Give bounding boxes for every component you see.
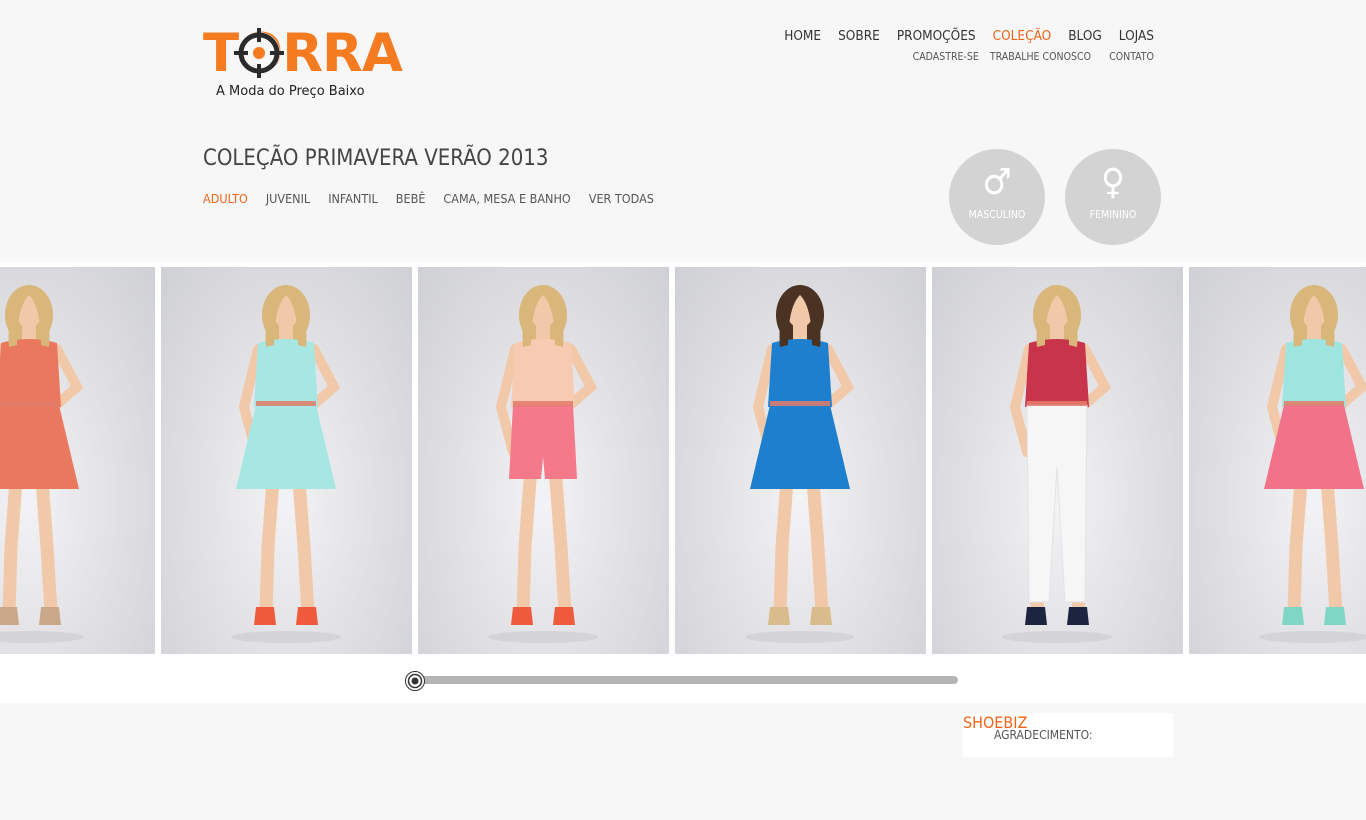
gallery-photo[interactable] [932, 267, 1183, 654]
gallery-photo[interactable] [1189, 267, 1366, 654]
product-gallery [0, 262, 1366, 703]
gallery-photo[interactable] [675, 267, 926, 654]
category-infantil[interactable]: INFANTIL [328, 191, 378, 206]
scroll-handle-icon[interactable] [405, 671, 425, 691]
male-symbol-icon: ♂ [982, 162, 1012, 203]
gallery-photo[interactable] [161, 267, 412, 654]
nav-sobre[interactable]: SOBRE [838, 28, 880, 44]
nav-trabalhe-conosco[interactable]: TRABALHE CONOSCO [990, 51, 1091, 63]
feminino-button[interactable]: ♀ FEMININO [1065, 149, 1161, 245]
category-ver-todas[interactable]: VER TODAS [589, 191, 654, 206]
credit-box: AGRADECIMENTO: SHOEBIZ [963, 713, 1173, 757]
model-peach-top-pink-shorts-photo [488, 285, 598, 643]
logo-tagline: A Moda do Preço Baixo [216, 84, 365, 99]
nav-home[interactable]: HOME [784, 28, 821, 44]
category-cama-mesa-banho[interactable]: CAMA, MESA E BANHO [443, 191, 570, 206]
feminino-label: FEMININO [1089, 209, 1137, 221]
model-mint-dress-photo [231, 285, 341, 643]
logo-wordmark: TORRA [203, 23, 403, 84]
masculino-button[interactable]: ♂ MASCULINO [949, 149, 1045, 245]
nav-blog[interactable]: BLOG [1068, 28, 1102, 44]
nav-lojas[interactable]: LOJAS [1119, 28, 1154, 44]
main-nav: HOME SOBRE PROMOÇÕES COLEÇÃO BLOG LOJAS [767, 28, 1154, 44]
gallery-photo[interactable] [0, 267, 155, 654]
secondary-nav: CADASTRE-SE TRABALHE CONOSCO CONTATO [902, 51, 1154, 63]
nav-promocoes[interactable]: PROMOÇÕES [897, 28, 976, 44]
nav-contato[interactable]: CONTATO [1109, 51, 1154, 63]
header: TORRA A Moda do Preço Baixo HOME SOBRE P… [0, 0, 1366, 262]
nav-colecao[interactable]: COLEÇÃO [993, 28, 1052, 44]
model-floral-dress-photo [0, 285, 84, 643]
category-bebe[interactable]: BEBÊ [396, 191, 426, 206]
gallery-photo[interactable] [418, 267, 669, 654]
model-striped-top-white-jeans-photo [1002, 285, 1112, 643]
model-mint-top-pink-skirt-photo [1259, 285, 1366, 643]
nav-cadastre-se[interactable]: CADASTRE-SE [913, 51, 979, 63]
crosshair-target-icon [234, 28, 284, 78]
category-juvenil[interactable]: JUVENIL [266, 191, 310, 206]
gallery-scrollbar[interactable] [408, 676, 958, 684]
credit-label: AGRADECIMENTO: [994, 728, 1093, 742]
model-blue-dress-photo [745, 285, 855, 643]
female-symbol-icon: ♀ [1101, 162, 1125, 203]
collection-title: COLEÇÃO PRIMAVERA VERÃO 2013 [203, 146, 549, 171]
category-adulto[interactable]: ADULTO [203, 191, 248, 206]
masculino-label: MASCULINO [968, 209, 1026, 221]
torra-logo[interactable]: TORRA A Moda do Preço Baixo [203, 26, 403, 106]
category-nav: ADULTO JUVENIL INFANTIL BEBÊ CAMA, MESA … [203, 191, 672, 206]
